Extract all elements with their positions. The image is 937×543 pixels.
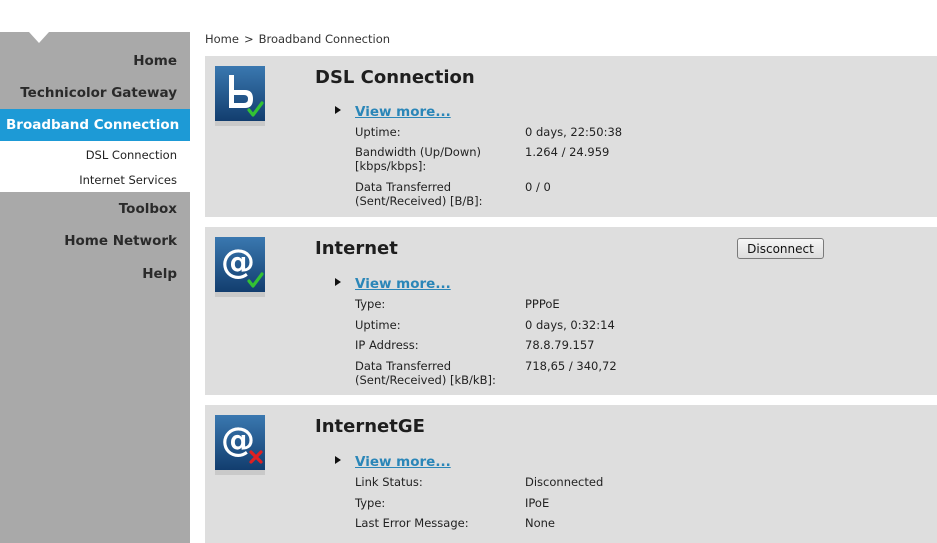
row-value: 78.8.79.157: [525, 338, 595, 352]
row-value: 0 days, 0:32:14: [525, 318, 615, 332]
expand-triangle-icon[interactable]: [335, 455, 341, 464]
sidebar-item-home-network[interactable]: Home Network: [64, 233, 177, 249]
expand-triangle-icon[interactable]: [335, 105, 341, 114]
view-more-link[interactable]: View more...: [355, 454, 451, 470]
svg-text:@: @: [221, 242, 255, 282]
sidebar-item-home[interactable]: Home: [133, 53, 177, 69]
row-label: Link Status:: [355, 475, 423, 489]
sidebar-item-toolbox[interactable]: Toolbox: [119, 201, 177, 217]
row-label: Last Error Message:: [355, 516, 469, 530]
internetge-card: @ InternetGE View more... Link Status: D…: [205, 405, 937, 543]
dsl-connection-card: DSL Connection View more... Uptime: 0 da…: [205, 56, 937, 217]
sidebar-subnav: DSL Connection Internet Services: [0, 141, 190, 192]
sidebar-subitem-dsl-connection[interactable]: DSL Connection: [86, 148, 177, 162]
sidebar-item-technicolor-gateway[interactable]: Technicolor Gateway: [20, 85, 177, 101]
breadcrumb-home[interactable]: Home: [205, 32, 239, 46]
row-value: 1.264 / 24.959: [525, 145, 610, 159]
row-value: Disconnected: [525, 475, 604, 489]
row-value: 718,65 / 340,72: [525, 359, 617, 373]
row-label: Data Transferred (Sent/Received) [B/B]:: [355, 180, 483, 208]
row-label: IP Address:: [355, 338, 419, 352]
view-more: View more...: [335, 101, 451, 120]
sidebar-notch: [29, 32, 49, 43]
disconnect-button[interactable]: Disconnect: [737, 238, 824, 259]
row-value: None: [525, 516, 556, 530]
internet-card: @ Internet Disconnect View more... Type:…: [205, 227, 937, 395]
row-value: PPPoE: [525, 297, 560, 311]
card-title: InternetGE: [315, 416, 425, 437]
row-label: Bandwidth (Up/Down) [kbps/kbps]:: [355, 145, 482, 173]
svg-text:@: @: [221, 420, 255, 460]
view-more: View more...: [335, 273, 451, 292]
view-more-link[interactable]: View more...: [355, 104, 451, 120]
breadcrumb-current: Broadband Connection: [258, 32, 391, 46]
breadcrumb: Home > Broadband Connection: [205, 32, 390, 46]
view-more: View more...: [335, 451, 451, 470]
row-label: Type:: [355, 297, 386, 311]
sidebar: Home Technicolor Gateway Broadband Conne…: [0, 32, 190, 543]
row-label: Type:: [355, 496, 386, 510]
row-value: IPoE: [525, 496, 550, 510]
card-title: Internet: [315, 238, 398, 259]
sidebar-item-broadband-connection[interactable]: Broadband Connection: [0, 109, 190, 141]
row-label: Uptime:: [355, 318, 401, 332]
row-label: Uptime:: [355, 125, 401, 139]
sidebar-item-help[interactable]: Help: [142, 266, 177, 282]
breadcrumb-separator: >: [243, 32, 254, 46]
broadband-check-icon: [215, 66, 265, 126]
card-title: DSL Connection: [315, 67, 475, 88]
expand-triangle-icon[interactable]: [335, 277, 341, 286]
sidebar-item-label: Broadband Connection: [6, 117, 180, 133]
row-label: Data Transferred (Sent/Received) [kB/kB]…: [355, 359, 496, 387]
view-more-link[interactable]: View more...: [355, 276, 451, 292]
internet-check-icon: @: [215, 237, 265, 297]
sidebar-subitem-internet-services[interactable]: Internet Services: [79, 173, 177, 187]
row-value: 0 / 0: [525, 180, 551, 194]
row-value: 0 days, 22:50:38: [525, 125, 623, 139]
internet-error-icon: @: [215, 415, 265, 475]
